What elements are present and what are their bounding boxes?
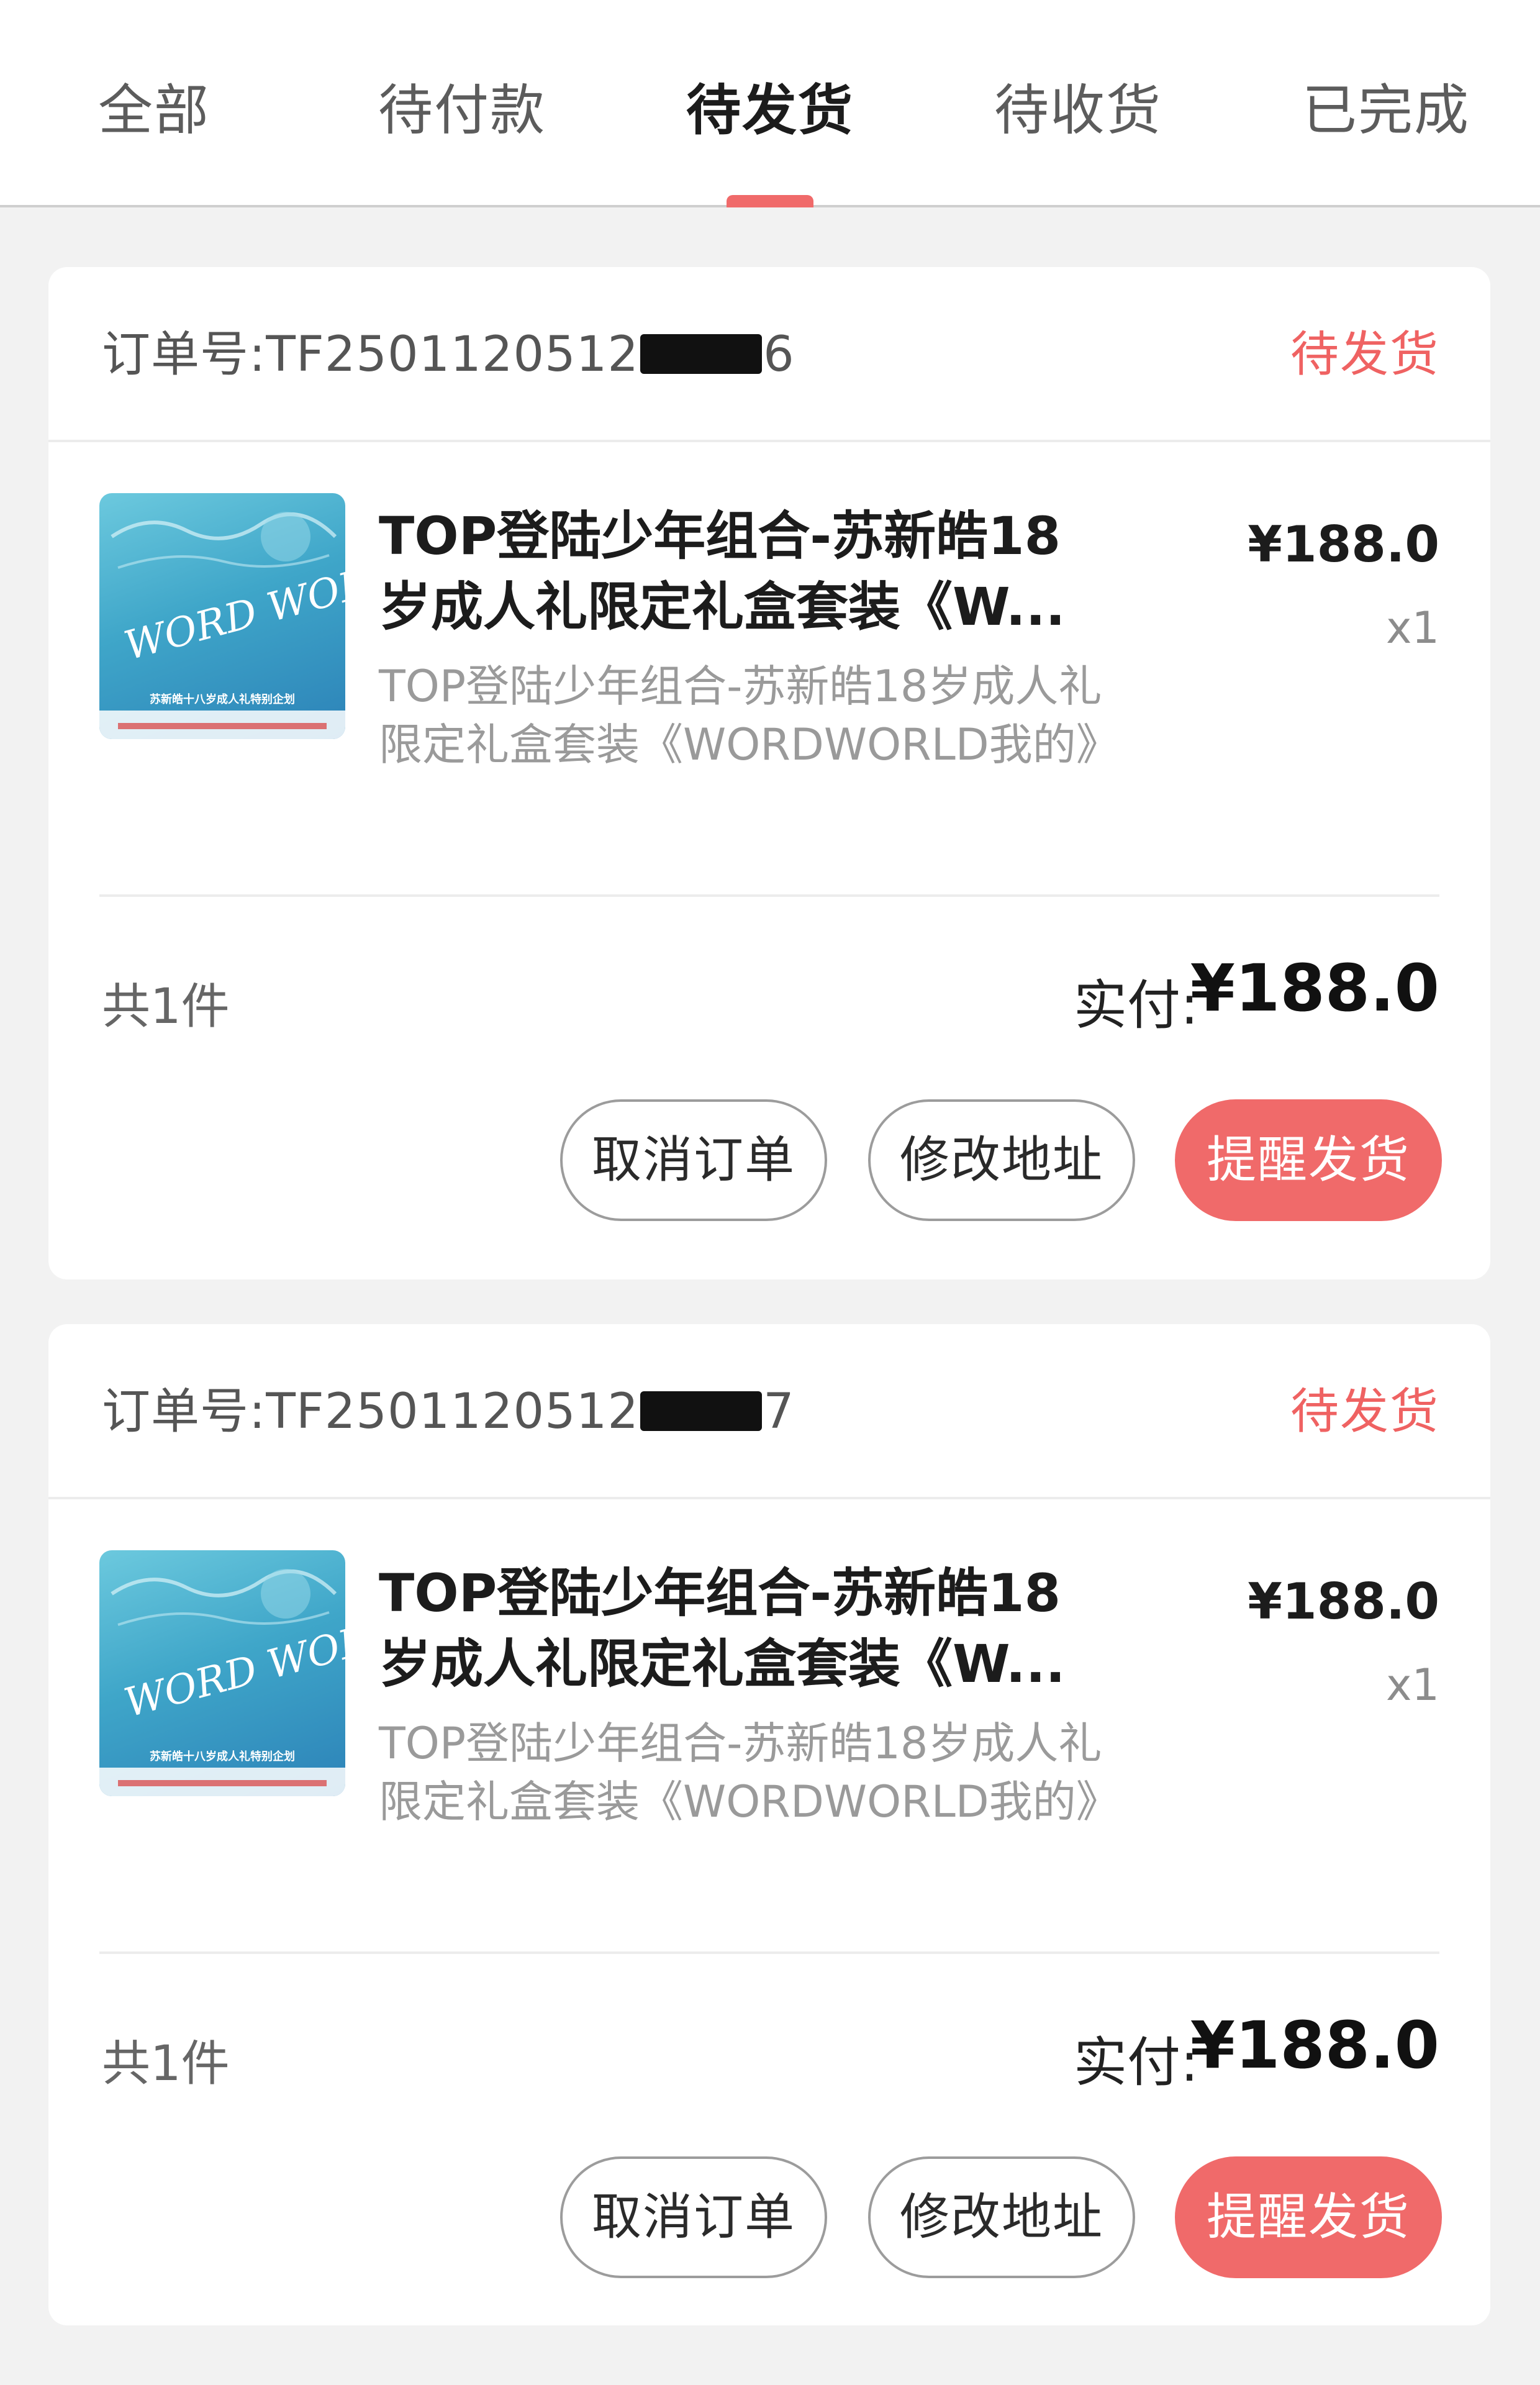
divider (99, 1951, 1439, 1954)
remind-shipment-button[interactable]: 提醒发货 (1175, 1099, 1442, 1221)
total-amount: ¥188.0 (1190, 2007, 1439, 2083)
product-title[interactable]: TOP登陆少年组合-苏新皓18岁成人礼限定礼盒套装《W... (379, 501, 1087, 642)
order-card: 订单号:TF25011205127 待发货 WORD WORLD 我的 苏新皓十… (48, 1324, 1490, 2325)
product-quantity: x1 (1386, 1660, 1439, 1710)
active-tab-indicator (727, 195, 813, 207)
order-header: 订单号:TF2501120512 7 待发货 (48, 1324, 1490, 1499)
thumb-caption: 苏新皓十八岁成人礼特别企划 (150, 1750, 295, 1763)
tab-pending-shipment[interactable]: 待发货 (616, 73, 924, 148)
modify-address-button[interactable]: 修改地址 (868, 2156, 1135, 2278)
tab-all[interactable]: 全部 (0, 73, 308, 148)
item-count: 共1件 (102, 979, 230, 1035)
divider (99, 894, 1439, 897)
product-quantity: x1 (1386, 602, 1439, 653)
tab-pending-payment[interactable]: 待付款 (308, 73, 616, 148)
item-count: 共1件 (102, 2036, 230, 2092)
order-status: 待发货 (1290, 327, 1439, 383)
product-thumbnail-icon[interactable]: WORD WORLD 我的 苏新皓十八岁成人礼特别企划 (99, 493, 345, 739)
product-subtitle: TOP登陆少年组合-苏新皓18岁成人礼限定礼盒套装《WORDWORLD我的》 (379, 1718, 1120, 1827)
total-amount: ¥188.0 (1190, 950, 1439, 1026)
redaction-block (640, 334, 763, 374)
order-header: 订单号:TF2501120512 6 待发货 (48, 267, 1490, 442)
order-card: 订单号:TF25011205126 待发货 WORD WORLD 我的 苏新皓十… (48, 267, 1490, 1279)
tab-completed[interactable]: 已完成 (1232, 73, 1540, 148)
cancel-order-button[interactable]: 取消订单 (560, 1099, 827, 1221)
thumb-title: WORD WORLD 我的 (120, 520, 345, 670)
thumb-caption: 苏新皓十八岁成人礼特别企划 (150, 693, 295, 706)
redaction-block (640, 1391, 763, 1431)
modify-address-button[interactable]: 修改地址 (868, 1099, 1135, 1221)
product-thumbnail-icon[interactable]: WORD WORLD 我的 苏新皓十八岁成人礼特别企划 (99, 1550, 345, 1796)
product-price: ¥188.0 (1248, 1573, 1439, 1630)
order-number: 订单号:TF2501120512 6 (102, 327, 795, 383)
order-status-tabs: 全部 待付款 待发货 待收货 已完成 (0, 0, 1540, 207)
order-number: 订单号:TF2501120512 7 (102, 1384, 795, 1440)
tab-pending-receipt[interactable]: 待收货 (924, 73, 1232, 148)
remind-shipment-button[interactable]: 提醒发货 (1175, 2156, 1442, 2278)
total-label: 实付: (1074, 2032, 1198, 2094)
thumb-title: WORD WORLD 我的 (120, 1577, 345, 1727)
product-subtitle: TOP登陆少年组合-苏新皓18岁成人礼限定礼盒套装《WORDWORLD我的》 (379, 661, 1120, 770)
order-status: 待发货 (1290, 1384, 1439, 1440)
product-title[interactable]: TOP登陆少年组合-苏新皓18岁成人礼限定礼盒套装《W... (379, 1558, 1087, 1699)
cancel-order-button[interactable]: 取消订单 (560, 2156, 827, 2278)
total-label: 实付: (1074, 974, 1198, 1037)
product-price: ¥188.0 (1248, 516, 1439, 573)
